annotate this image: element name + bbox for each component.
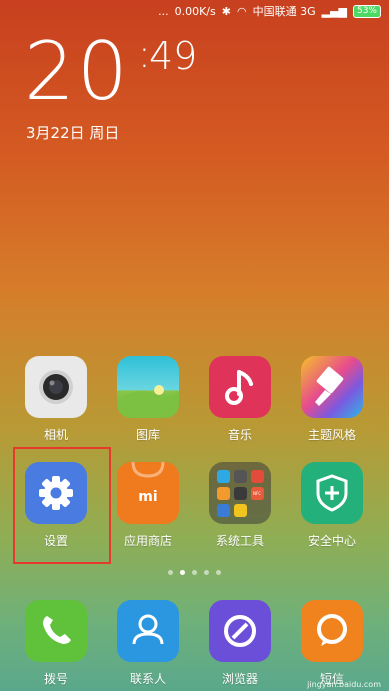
app-security-label: 安全中心 [307, 534, 356, 548]
battery-icon: 53% [353, 4, 381, 18]
browser-icon [209, 600, 271, 662]
page-dot[interactable] [216, 570, 221, 575]
app-sms[interactable]: 短信 [292, 600, 372, 687]
mini-app-icon [216, 503, 230, 517]
mini-app-icon [216, 486, 230, 500]
mini-app-icon [216, 469, 230, 483]
music-icon [209, 356, 271, 418]
carrier-label: 中国联通 3G [252, 5, 316, 18]
mini-app-icon [250, 469, 264, 483]
gallery-icon [117, 356, 179, 418]
app-music[interactable]: 音乐 [200, 356, 280, 443]
app-gallery-label: 图库 [135, 428, 160, 442]
page-dot[interactable] [192, 570, 197, 575]
app-camera[interactable]: 相机 [16, 356, 96, 443]
clock-hour: 20 [24, 25, 130, 118]
app-security[interactable]: 安全中心 [292, 462, 372, 549]
mini-app-icon [233, 486, 247, 500]
app-theme-label: 主题风格 [307, 428, 356, 442]
page-dot[interactable] [168, 570, 173, 575]
app-browser[interactable]: 浏览器 [200, 600, 280, 687]
app-dialer-label: 拨号 [43, 672, 68, 686]
watermark: jingyan.baidu.com [307, 680, 381, 689]
app-store[interactable]: mi 应用商店 [108, 462, 188, 549]
app-contacts-label: 联系人 [129, 672, 166, 686]
app-gallery[interactable]: 图库 [108, 356, 188, 443]
status-bar: ... 0.00K/s ✱ ◠ 中国联通 3G ▂▄▆ 53% [0, 0, 389, 22]
phone-icon [25, 600, 87, 662]
brush-icon [301, 356, 363, 418]
shield-icon [301, 462, 363, 524]
camera-icon [25, 356, 87, 418]
app-contacts[interactable]: 联系人 [108, 600, 188, 687]
app-camera-label: 相机 [43, 428, 68, 442]
folder-icon: NFC [209, 462, 271, 524]
contact-icon [117, 600, 179, 662]
notification-dots: ... [158, 4, 169, 18]
bluetooth-icon: ✱ [221, 4, 231, 18]
wifi-icon: ◠ [236, 4, 247, 18]
signal-icon: ▂▄▆ [321, 4, 347, 18]
folder-tools[interactable]: NFC 系统工具 [200, 462, 280, 549]
page-dot-active[interactable] [180, 570, 185, 575]
app-theme[interactable]: 主题风格 [292, 356, 372, 443]
app-music-label: 音乐 [227, 428, 252, 442]
clock-widget[interactable]: 20 : 49 [24, 25, 197, 118]
highlight-box [13, 447, 111, 564]
folder-tools-label: 系统工具 [215, 534, 264, 548]
store-bag-icon: mi [117, 462, 179, 524]
app-browser-label: 浏览器 [221, 672, 258, 686]
nfc-icon: NFC [250, 486, 264, 500]
mini-app-icon [233, 503, 247, 517]
date-label: 3月22日 周日 [26, 124, 120, 142]
message-icon [301, 600, 363, 662]
app-store-label: 应用商店 [123, 534, 172, 548]
store-logo-text: mi [138, 489, 158, 505]
page-indicator[interactable] [0, 570, 389, 575]
network-speed: 0.00K/s [174, 4, 216, 18]
clock-minute: 49 [149, 34, 198, 78]
app-dialer[interactable]: 拨号 [16, 600, 96, 687]
mini-app-icon [233, 469, 247, 483]
page-dot[interactable] [204, 570, 209, 575]
